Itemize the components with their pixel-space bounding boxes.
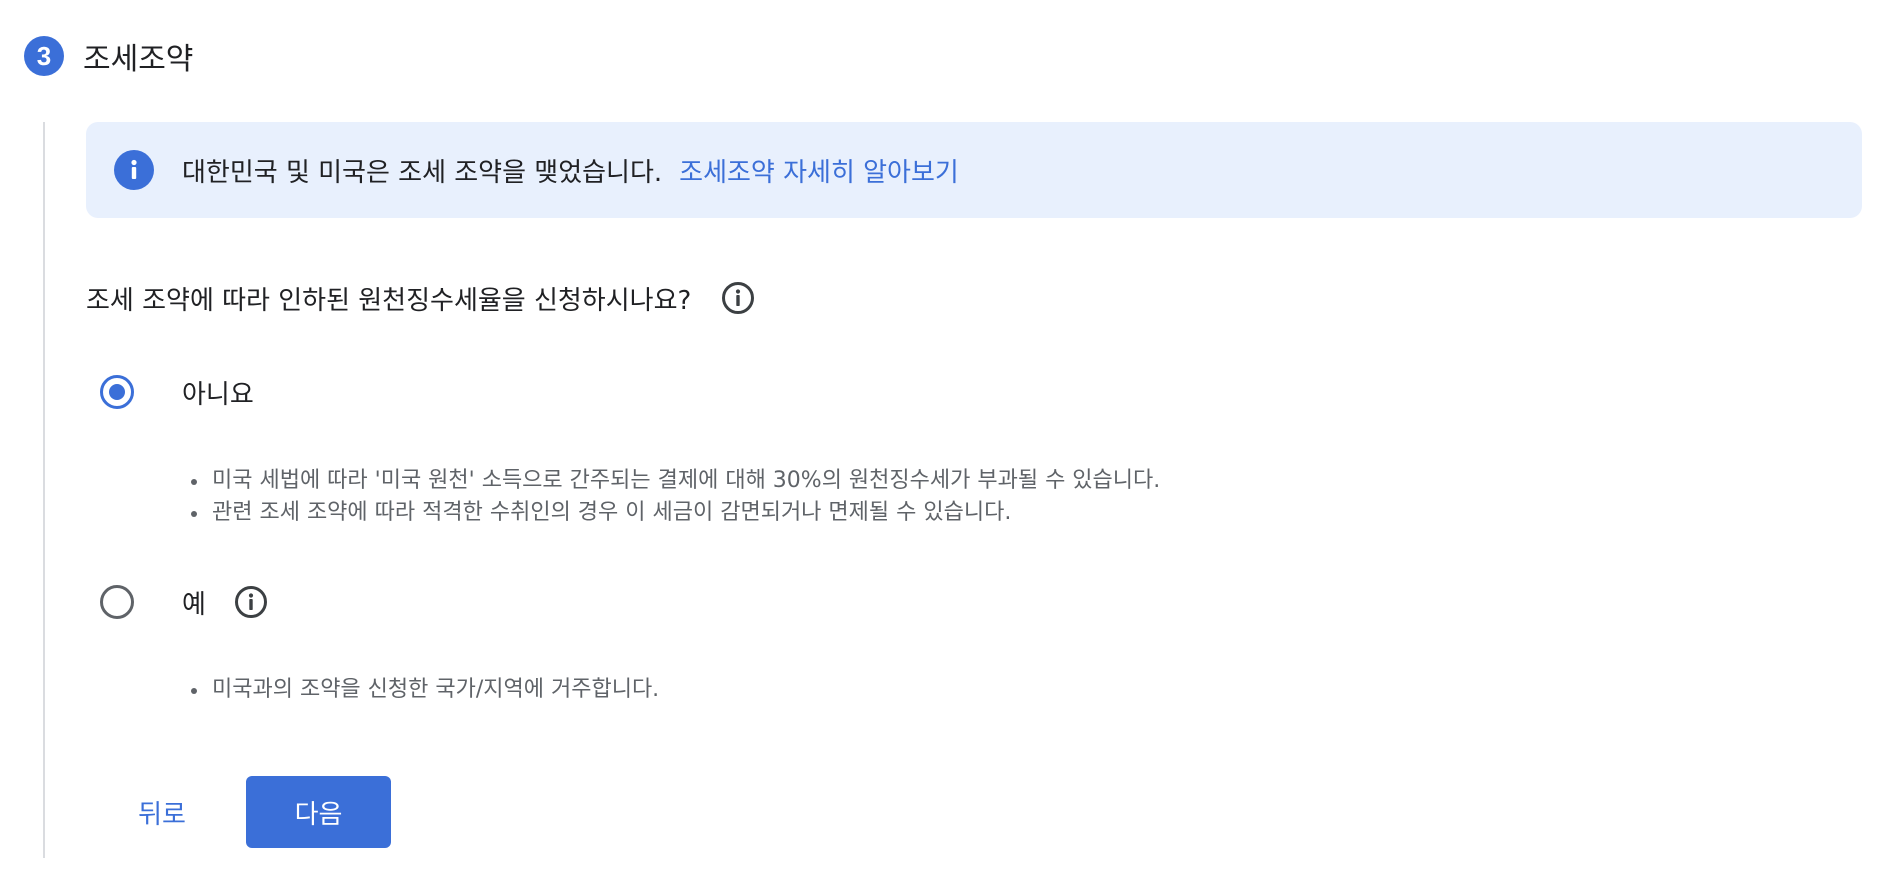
back-button[interactable]: 뒤로 — [106, 776, 218, 848]
tax-treaty-step: 3 조세조약 대한민국 및 미국은 조세 조약을 맺었습니다. 조세조약 자세히… — [0, 0, 1886, 882]
radio-selected-dot — [109, 384, 125, 400]
option-no-label[interactable]: 아니요 — [182, 374, 254, 411]
radio-no[interactable] — [100, 375, 134, 409]
question-text: 조세 조약에 따라 인하된 원천징수세율을 신청하시나요? — [86, 285, 692, 316]
banner-text: 대한민국 및 미국은 조세 조약을 맺었습니다. — [182, 157, 663, 188]
info-outline-icon[interactable] — [234, 585, 268, 619]
option-no[interactable]: 아니요 — [100, 372, 254, 412]
info-outline-icon[interactable] — [721, 281, 755, 315]
list-item: 미국과의 조약을 신청한 국가/지역에 거주합니다. — [190, 674, 659, 706]
info-icon — [114, 150, 154, 190]
step-connector-line — [43, 122, 45, 858]
list-item: 관련 조세 조약에 따라 적격한 수취인의 경우 이 세금이 감면되거나 면제될… — [190, 497, 1160, 529]
radio-yes[interactable] — [100, 585, 134, 619]
treaty-question: 조세 조약에 따라 인하된 원천징수세율을 신청하시나요? — [86, 278, 755, 318]
step-number-badge: 3 — [24, 36, 64, 76]
next-button[interactable]: 다음 — [246, 776, 391, 848]
option-no-details: 미국 세법에 따라 '미국 원천' 소득으로 간주되는 결제에 대해 30%의 … — [182, 465, 1160, 529]
step-title: 조세조약 — [83, 42, 194, 77]
option-yes-details: 미국과의 조약을 신청한 국가/지역에 거주합니다. — [182, 674, 659, 706]
option-yes[interactable]: 예 — [100, 582, 268, 622]
step-header: 3 조세조약 — [24, 36, 194, 77]
list-item: 미국 세법에 따라 '미국 원천' 소득으로 간주되는 결제에 대해 30%의 … — [190, 465, 1160, 497]
info-banner: 대한민국 및 미국은 조세 조약을 맺었습니다. 조세조약 자세히 알아보기 — [86, 122, 1862, 218]
learn-more-link[interactable]: 조세조약 자세히 알아보기 — [679, 152, 959, 189]
option-yes-label[interactable]: 예 — [182, 584, 206, 621]
